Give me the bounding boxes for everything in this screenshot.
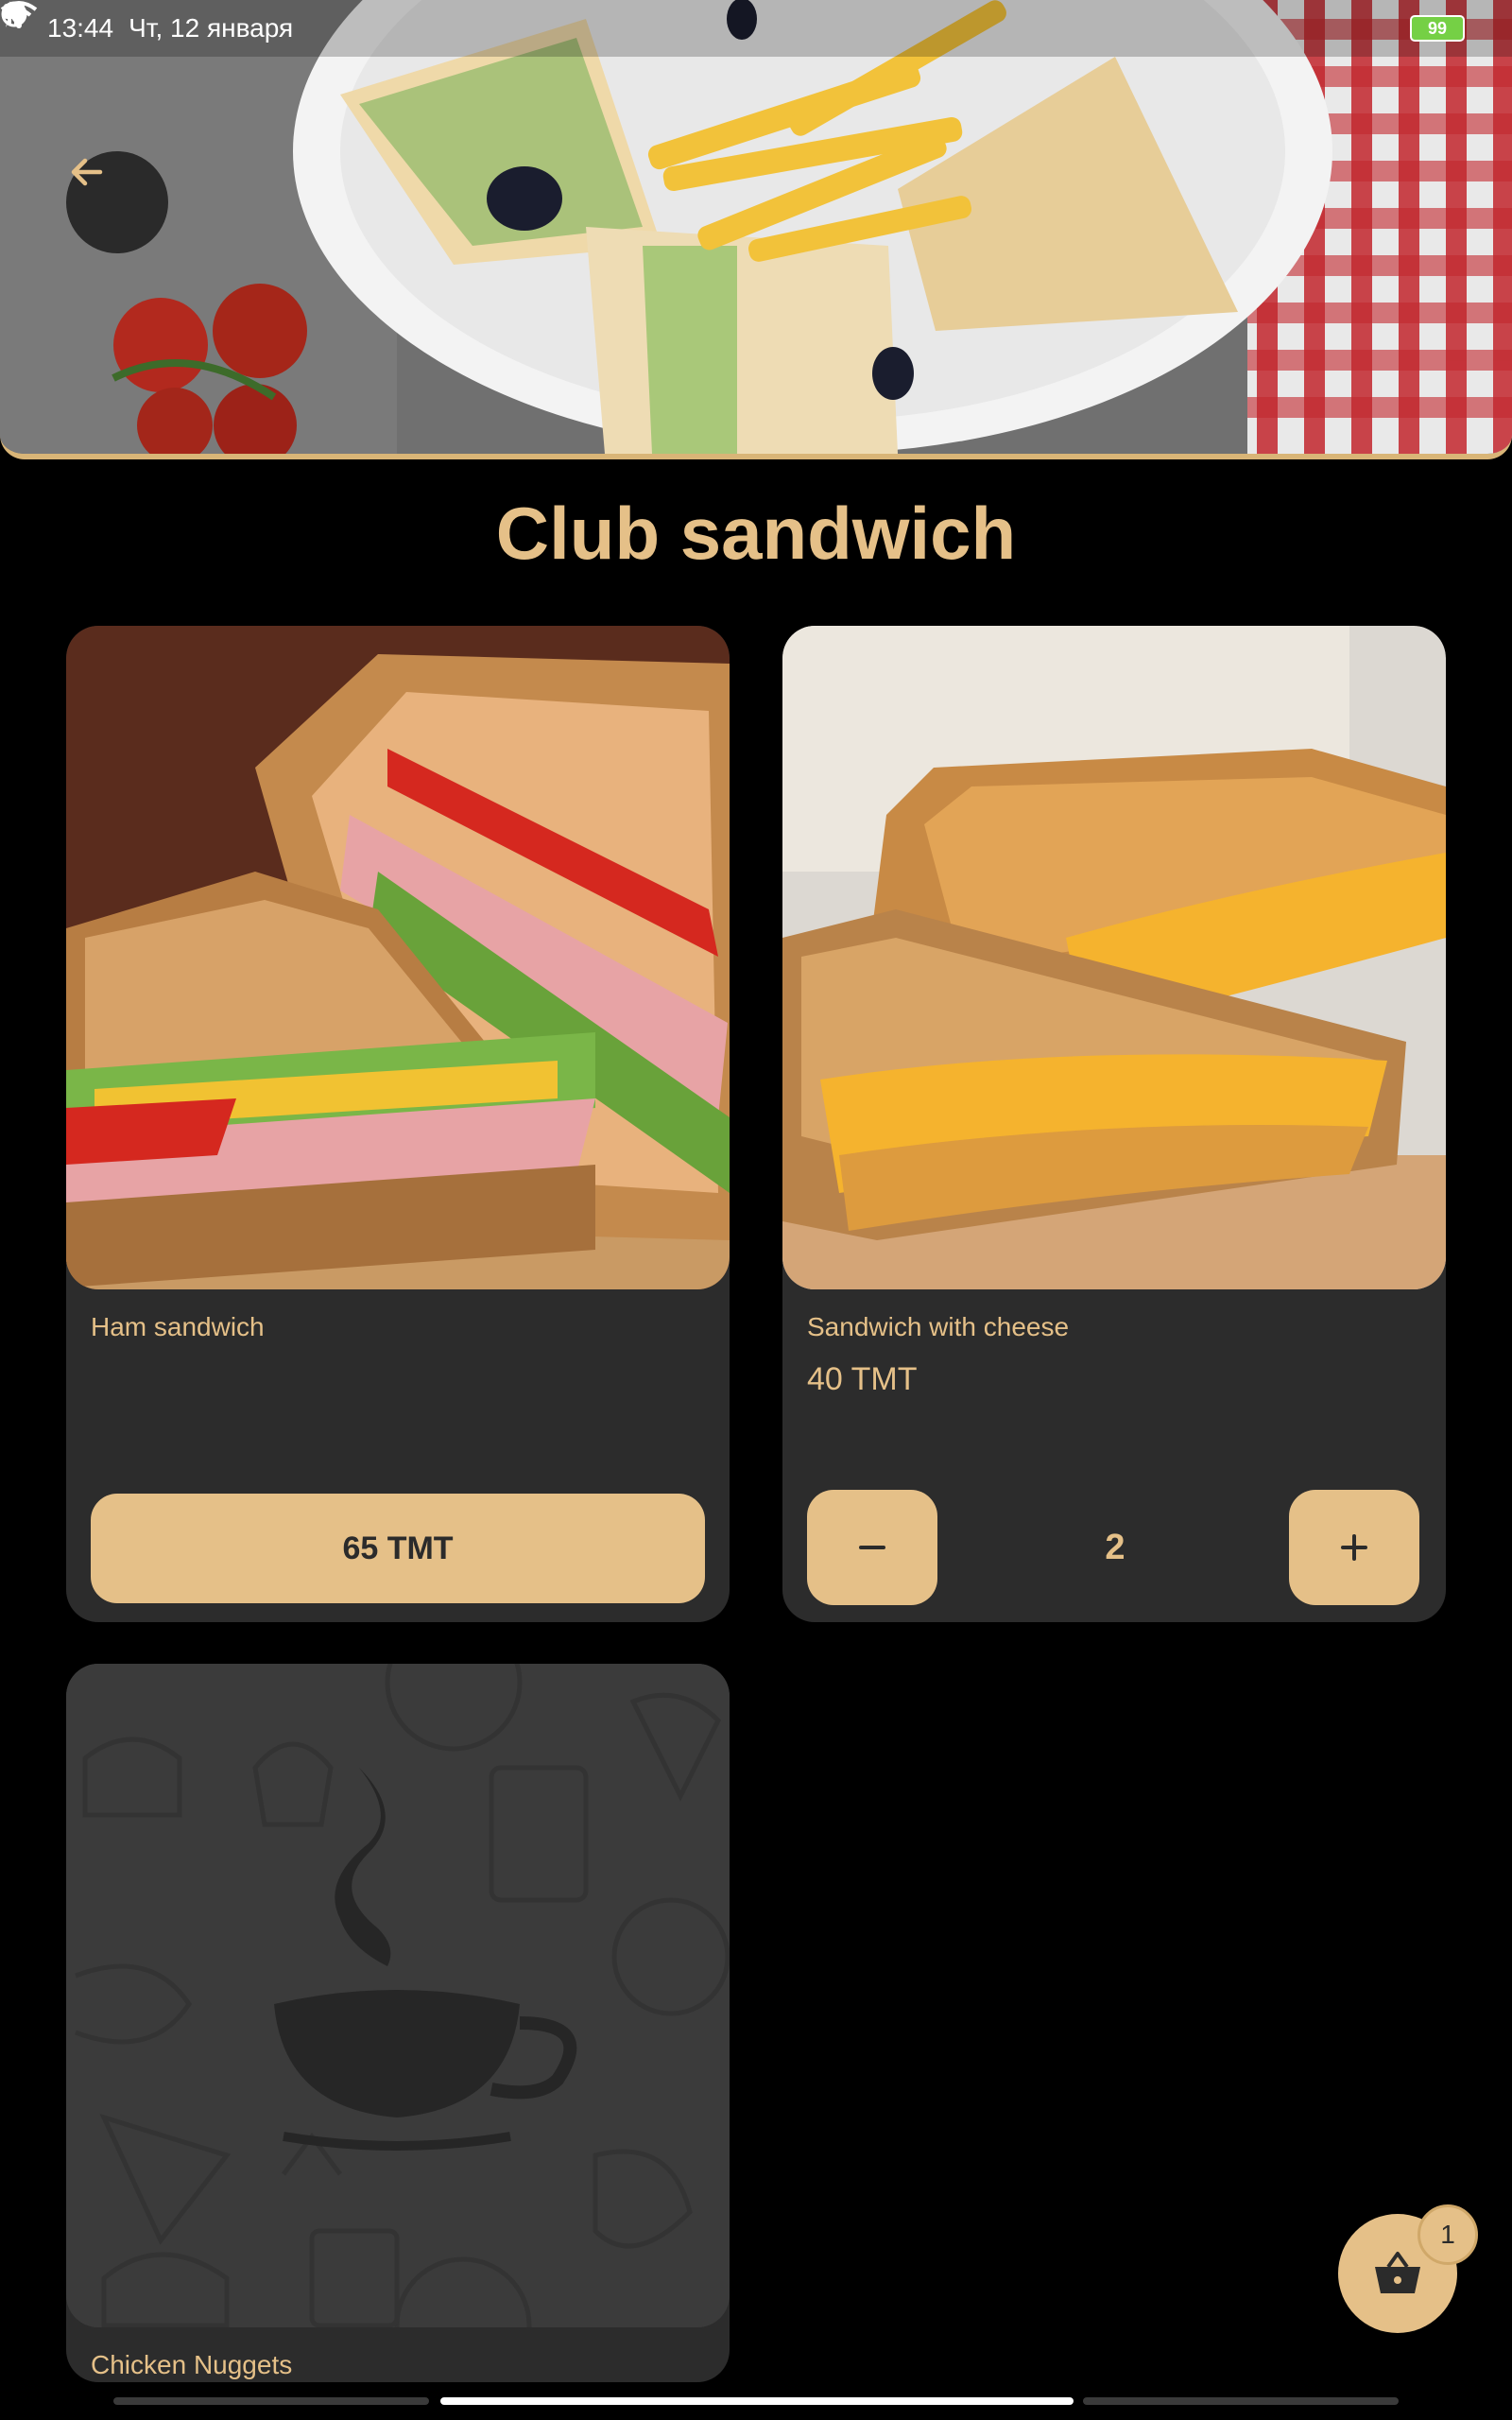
gesture-navigation-bar — [0, 2394, 1512, 2409]
product-price: 40 TMT — [807, 1361, 918, 1397]
quantity-value: 2 — [1105, 1528, 1125, 1567]
decrease-quantity-button[interactable] — [807, 1490, 937, 1605]
status-date: Чт, 12 января — [129, 13, 294, 43]
basket-icon — [1375, 2252, 1420, 2293]
product-image-placeholder — [66, 1664, 730, 2327]
hero-image — [0, 0, 1512, 454]
page-title: Club sandwich — [495, 492, 1017, 575]
nav-segment-left — [113, 2397, 429, 2405]
product-name: Chicken Nuggets — [91, 2350, 293, 2379]
product-image — [66, 626, 730, 1289]
product-card-ham-sandwich[interactable]: Ham sandwich 65 TMT — [66, 626, 730, 1622]
battery-indicator: 99 — [1410, 15, 1465, 42]
cart-count-badge: 1 — [1418, 2204, 1478, 2265]
product-card-sandwich-with-cheese[interactable]: Sandwich with cheese 40 TMT 2 — [782, 626, 1446, 1622]
nav-segment-right — [1083, 2397, 1399, 2405]
arrow-left-icon — [71, 158, 103, 186]
back-button[interactable] — [66, 151, 168, 253]
add-to-cart-button[interactable]: 65 TMT — [91, 1494, 705, 1603]
product-name: Sandwich with cheese — [807, 1312, 1070, 1341]
placeholder-food-pattern — [66, 1664, 730, 2327]
status-time: 13:44 — [47, 13, 114, 43]
plus-icon — [1341, 1534, 1367, 1561]
cheese-sandwich-photo — [782, 626, 1446, 1289]
product-card-chicken-nuggets[interactable]: Chicken Nuggets — [66, 1664, 730, 2382]
product-name: Ham sandwich — [91, 1312, 265, 1341]
increase-quantity-button[interactable] — [1289, 1490, 1419, 1605]
ham-sandwich-photo — [66, 626, 730, 1289]
hero-banner: 13:44 Чт, 12 января 99 — [0, 0, 1512, 459]
product-image — [782, 626, 1446, 1289]
minus-icon — [859, 1546, 885, 1549]
charging-icon — [2, 1, 15, 27]
home-indicator[interactable] — [440, 2397, 1074, 2405]
status-bar: 13:44 Чт, 12 января 99 — [0, 0, 1512, 57]
